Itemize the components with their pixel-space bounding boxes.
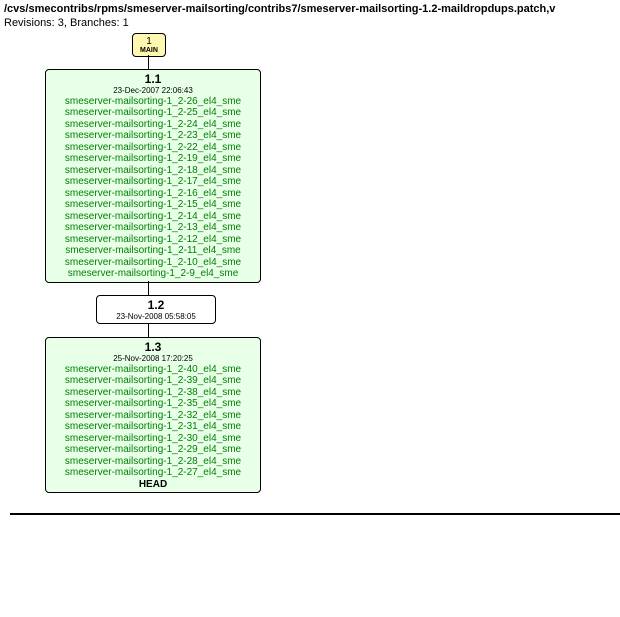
tag-label: smeserver-mailsorting-1_2-30_el4_sme: [50, 433, 256, 445]
tag-label: smeserver-mailsorting-1_2-28_el4_sme: [50, 456, 256, 468]
tag-label: smeserver-mailsorting-1_2-9_el4_sme: [50, 268, 256, 280]
revision-tags-3: smeserver-mailsorting-1_2-40_el4_smesmes…: [50, 364, 256, 479]
tag-label: smeserver-mailsorting-1_2-15_el4_sme: [50, 199, 256, 211]
tag-label: smeserver-mailsorting-1_2-25_el4_sme: [50, 107, 256, 119]
revision-date: 23-Dec-2007 22:06:43: [50, 86, 256, 95]
tag-label: smeserver-mailsorting-1_2-14_el4_sme: [50, 211, 256, 223]
revision-graph: 1 MAIN 1.1 23-Dec-2007 22:06:43 smeserve…: [10, 33, 620, 617]
tag-label: smeserver-mailsorting-1_2-12_el4_sme: [50, 234, 256, 246]
head-label: HEAD: [50, 479, 256, 490]
revision-summary: Revisions: 3, Branches: 1: [4, 17, 129, 29]
tag-label: smeserver-mailsorting-1_2-10_el4_sme: [50, 257, 256, 269]
tag-label: smeserver-mailsorting-1_2-19_el4_sme: [50, 153, 256, 165]
revision-node-1-1: 1.1 23-Dec-2007 22:06:43 smeserver-mails…: [45, 69, 261, 283]
revision-date: 25-Nov-2008 17:20:25: [50, 354, 256, 363]
tag-label: smeserver-mailsorting-1_2-29_el4_sme: [50, 444, 256, 456]
revision-node-1-3: 1.3 25-Nov-2008 17:20:25 smeserver-mails…: [45, 337, 261, 493]
revision-version: 1.1: [50, 72, 256, 86]
revision-version: 1.3: [50, 340, 256, 354]
connector: [148, 55, 149, 69]
tag-label: smeserver-mailsorting-1_2-16_el4_sme: [50, 188, 256, 200]
header: /cvs/smecontribs/rpms/smeserver-mailsort…: [0, 0, 620, 33]
tag-label: smeserver-mailsorting-1_2-38_el4_sme: [50, 387, 256, 399]
revision-node-1-2: 1.2 23-Nov-2008 05:58:05: [96, 295, 216, 324]
connector: [148, 281, 149, 295]
revision-tags-1: smeserver-mailsorting-1_2-26_el4_smesmes…: [50, 96, 256, 280]
tag-label: smeserver-mailsorting-1_2-27_el4_sme: [50, 467, 256, 479]
tag-label: smeserver-mailsorting-1_2-31_el4_sme: [50, 421, 256, 433]
tag-label: smeserver-mailsorting-1_2-26_el4_sme: [50, 96, 256, 108]
connector: [148, 323, 149, 337]
tag-label: smeserver-mailsorting-1_2-32_el4_sme: [50, 410, 256, 422]
tag-label: smeserver-mailsorting-1_2-17_el4_sme: [50, 176, 256, 188]
tag-label: smeserver-mailsorting-1_2-11_el4_sme: [50, 245, 256, 257]
file-path: /cvs/smecontribs/rpms/smeserver-mailsort…: [4, 3, 555, 15]
tag-label: smeserver-mailsorting-1_2-39_el4_sme: [50, 375, 256, 387]
tag-label: smeserver-mailsorting-1_2-13_el4_sme: [50, 222, 256, 234]
tag-label: smeserver-mailsorting-1_2-22_el4_sme: [50, 142, 256, 154]
branch-label: MAIN: [139, 47, 159, 55]
tag-label: smeserver-mailsorting-1_2-35_el4_sme: [50, 398, 256, 410]
tag-label: smeserver-mailsorting-1_2-24_el4_sme: [50, 119, 256, 131]
branch-main-box: 1 MAIN: [132, 33, 166, 58]
branch-number: 1: [139, 36, 159, 47]
revision-date: 23-Nov-2008 05:58:05: [103, 312, 209, 321]
tag-label: smeserver-mailsorting-1_2-40_el4_sme: [50, 364, 256, 376]
revision-version: 1.2: [103, 298, 209, 312]
divider: [10, 513, 620, 515]
tag-label: smeserver-mailsorting-1_2-18_el4_sme: [50, 165, 256, 177]
tag-label: smeserver-mailsorting-1_2-23_el4_sme: [50, 130, 256, 142]
